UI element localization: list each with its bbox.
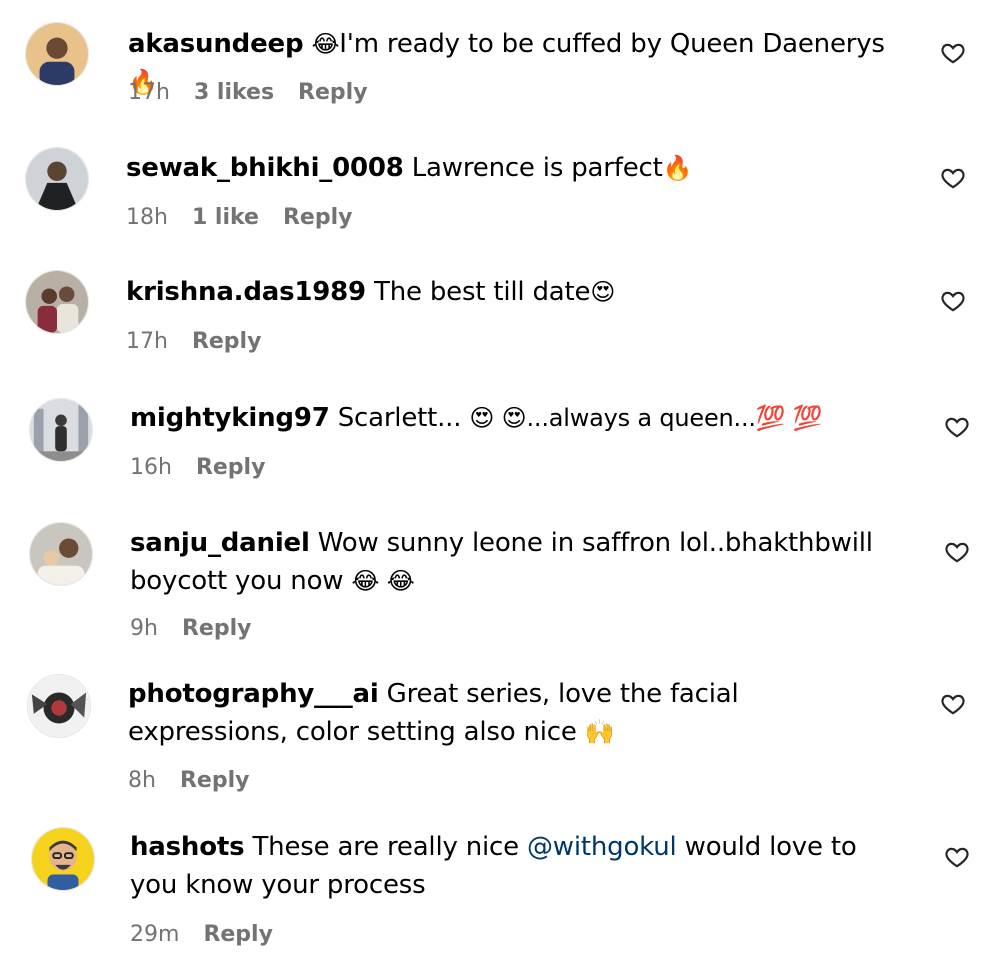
comment-text: sanju_daniel Wow sunny leone in saffron … (130, 524, 900, 600)
reply-button[interactable]: Reply (180, 768, 250, 793)
raising-hands-emoji: 🙌 (584, 718, 615, 746)
comment-username[interactable]: sewak_bhikhi_0008 (126, 153, 404, 183)
comment-time[interactable]: 29m (130, 922, 179, 947)
comment-text: hashots These are really nice @withgokul… (130, 828, 900, 904)
comment-meta: 17h Reply (126, 329, 285, 354)
avatar[interactable] (29, 398, 93, 462)
heart-icon[interactable] (940, 691, 966, 717)
mention-link[interactable]: @withgokul (527, 832, 677, 862)
comment-time[interactable]: 18h (126, 205, 168, 230)
avatar[interactable] (29, 522, 93, 586)
reply-button[interactable]: Reply (182, 616, 252, 641)
comment-time[interactable]: 16h (130, 455, 172, 480)
comment-username[interactable]: photography___ai (128, 679, 379, 709)
comment-username[interactable]: hashots (130, 832, 245, 862)
comment-body: Lawrence is parfect (411, 153, 663, 183)
comment-meta: 18h 1 like Reply (126, 205, 376, 230)
comment-meta: 17h 3 likes Reply (128, 80, 392, 105)
comment-meta: 8h Reply (128, 768, 273, 793)
comment-body: Scarlett... (337, 403, 470, 433)
comment-text: sewak_bhikhi_0008 Lawrence is parfect🔥 (126, 149, 896, 187)
comment-likes[interactable]: 3 likes (194, 80, 274, 105)
comment-username[interactable]: sanju_daniel (130, 528, 310, 558)
reply-button[interactable]: Reply (192, 329, 262, 354)
comment-username[interactable]: krishna.das1989 (126, 277, 366, 307)
comment-time[interactable]: 17h (128, 80, 170, 105)
avatar[interactable] (25, 147, 89, 211)
avatar[interactable] (31, 827, 95, 891)
heart-icon[interactable] (940, 40, 966, 66)
comment-text: mightyking97 Scarlett... 😍 😍...always a … (130, 399, 900, 437)
reply-button[interactable]: Reply (203, 922, 273, 947)
avatar[interactable] (25, 270, 89, 334)
heart-icon[interactable] (944, 844, 970, 870)
comment-meta: 16h Reply (130, 455, 289, 480)
heart-icon[interactable] (940, 288, 966, 314)
reply-button[interactable]: Reply (298, 80, 368, 105)
comment-body: I'm ready to be cuffed by Queen Daenerys (339, 29, 885, 59)
comment-time[interactable]: 9h (130, 616, 158, 641)
heart-icon[interactable] (944, 414, 970, 440)
laughing-emoji: 😂 (311, 30, 340, 58)
comment-meta: 29m Reply (130, 922, 297, 947)
comment-meta: 9h Reply (130, 616, 275, 641)
comment-username[interactable]: akasundeep (128, 29, 304, 59)
fire-emoji: 🔥 (662, 154, 693, 182)
reply-button[interactable]: Reply (283, 205, 353, 230)
comment-text: photography___ai Great series, love the … (128, 675, 898, 751)
heart-eyes-emoji: 😍 😍...always a queen...💯 💯 (469, 404, 823, 432)
avatar[interactable] (27, 674, 91, 738)
comment-body: These are really nice (252, 832, 520, 862)
avatar[interactable] (25, 22, 89, 86)
heart-icon[interactable] (944, 539, 970, 565)
reply-button[interactable]: Reply (196, 455, 266, 480)
comment-text: krishna.das1989 The best till date😍 (126, 273, 896, 311)
heart-icon[interactable] (940, 165, 966, 191)
comment-username[interactable]: mightyking97 (130, 403, 330, 433)
comment-time[interactable]: 8h (128, 768, 156, 793)
comment-body: The best till date (374, 277, 591, 307)
comment-time[interactable]: 17h (126, 329, 168, 354)
laughing-emoji: 😂 😂 (351, 567, 415, 595)
heart-eyes-emoji: 😍 (590, 278, 616, 306)
comment-likes[interactable]: 1 like (192, 205, 259, 230)
